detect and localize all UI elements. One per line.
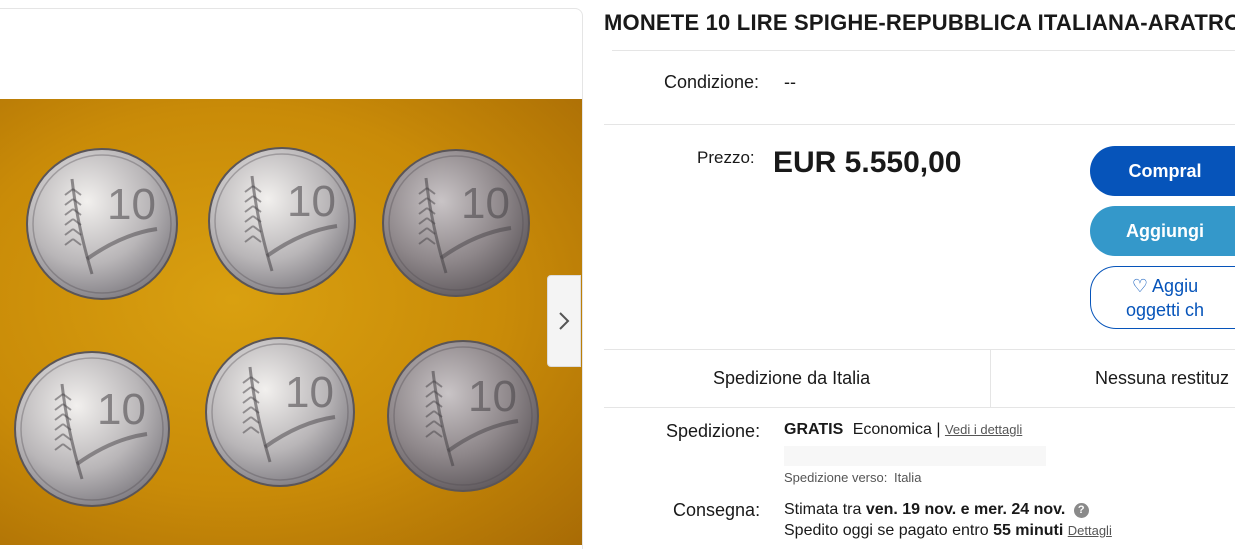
gallery-next-button[interactable]	[547, 275, 581, 367]
coin-numeral: 10	[287, 177, 336, 226]
coin: 10	[26, 148, 178, 300]
coins-image: 10 10 10 10 10 10	[14, 147, 539, 507]
help-icon[interactable]: ?	[1073, 502, 1089, 518]
watchlist-label-line2: oggetti ch	[1125, 299, 1205, 320]
shipping-details-link[interactable]: Vedi i dettagli	[945, 422, 1022, 437]
delivery-dates: ven. 19 nov. e mer. 24 nov.	[865, 501, 1066, 518]
coin-numeral: 10	[468, 372, 517, 421]
divider	[604, 124, 1235, 125]
ship-to-label: Spedizione verso:	[784, 470, 888, 485]
shipping-free: GRATIS	[784, 421, 844, 438]
shipping-placeholder	[784, 446, 1046, 466]
main-product-photo[interactable]: 10 10 10 10 10 10	[0, 99, 582, 545]
shipping-row: GRATIS Economica | Vedi i dettagli	[784, 421, 1022, 439]
delivery-estimate-prefix: Stimata tra	[784, 501, 862, 518]
coin: 10	[208, 147, 356, 295]
dispatch-time: 55 minuti	[993, 522, 1064, 539]
returns-policy: Nessuna restituz	[1095, 368, 1230, 388]
delivery-estimate: Stimata tra ven. 19 nov. e mer. 24 nov. …	[784, 501, 1089, 519]
condition-value: --	[784, 72, 796, 92]
divider	[990, 350, 991, 407]
coin-numeral: 10	[285, 368, 334, 417]
ship-to-row: Spedizione verso: Italia	[784, 470, 921, 485]
ship-to-value: Italia	[893, 470, 922, 485]
ships-from: Spedizione da Italia	[713, 368, 871, 388]
shipping-method: Economica	[852, 421, 932, 438]
coin: 10	[205, 337, 355, 487]
listing-title: MONETE 10 LIRE SPIGHE-REPUBBLICA ITALIAN…	[604, 10, 1235, 35]
dispatch-prefix: Spedito oggi se pagato entro	[784, 522, 989, 539]
coin-numeral: 10	[107, 180, 156, 229]
watchlist-label-line1: ♡ Aggiu	[1131, 275, 1199, 296]
delivery-label: Consegna:	[673, 500, 761, 520]
price-value: EUR 5.550,00	[773, 146, 962, 179]
price-label: Prezzo:	[697, 148, 755, 167]
condition-label: Condizione:	[664, 72, 760, 92]
shipping-label: Spedizione:	[666, 421, 761, 441]
coin: 10	[382, 149, 530, 297]
delivery-details-link[interactable]: Dettagli	[1068, 523, 1112, 538]
dispatch-info: Spedito oggi se pagato entro 55 minuti D…	[784, 522, 1112, 540]
chevron-right-icon	[559, 312, 570, 330]
coin-numeral: 10	[97, 385, 146, 434]
coin-numeral: 10	[461, 179, 510, 228]
coin: 10	[14, 351, 170, 507]
divider	[604, 407, 1235, 408]
watchlist-button[interactable]: ♡ Aggiu oggetti ch	[1090, 266, 1235, 329]
shipping-separator: |	[936, 421, 941, 438]
coin: 10	[387, 340, 539, 492]
add-to-cart-button[interactable]: Aggiungi	[1090, 206, 1235, 256]
divider	[612, 50, 1235, 51]
buy-now-button[interactable]: Compral	[1090, 146, 1235, 196]
